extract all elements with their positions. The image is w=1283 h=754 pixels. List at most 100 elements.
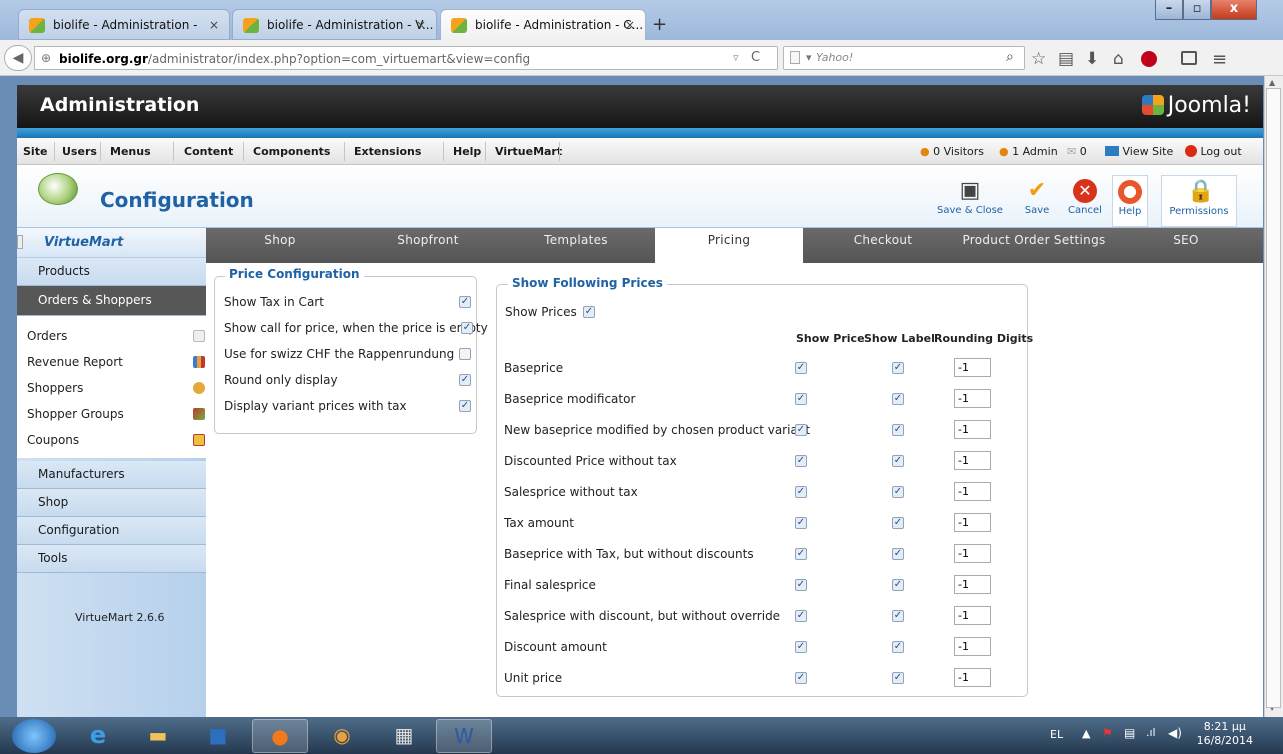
maximize-icon[interactable]: ▫ [1183,0,1211,20]
sidebar-item-products[interactable]: Products [17,258,206,286]
volume-icon[interactable]: ◀) [1168,726,1182,740]
help-button[interactable]: Help [1112,175,1148,227]
rounding-digits-input[interactable] [954,668,991,687]
sidebar-item-orders-shoppers[interactable]: Orders & Shoppers [17,286,206,316]
sidebar-item-shopper-groups[interactable]: Shopper Groups [27,407,124,421]
tab-seo[interactable]: SEO [1126,228,1246,263]
rounding-digits-input[interactable] [954,606,991,625]
show-label-checkbox[interactable]: ✓ [892,548,904,560]
rounding-digits-input[interactable] [954,637,991,656]
save-close-button[interactable]: ▣ Save & Close [935,175,1005,227]
show-price-checkbox[interactable]: ✓ [795,548,807,560]
show-price-checkbox[interactable]: ✓ [795,579,807,591]
search-engine-dropdown[interactable]: ▾ [806,51,812,64]
show-label-checkbox[interactable]: ✓ [892,610,904,622]
sidebar-item-shop[interactable]: Shop [17,489,206,517]
menu-content[interactable]: Content [184,145,233,158]
signal-icon[interactable]: .ıl [1146,726,1156,739]
new-tab-button[interactable]: + [652,14,667,35]
browser-tab-3-active[interactable]: biolife - Administration - C... × [440,9,646,40]
internet-explorer-icon[interactable]: e [70,719,126,753]
word-icon[interactable]: W [436,719,492,753]
show-price-checkbox[interactable]: ✓ [795,641,807,653]
rounding-digits-input[interactable] [954,389,991,408]
variant-prices-with-tax-checkbox[interactable]: ✓ [459,400,471,412]
adblock-icon[interactable] [1141,51,1157,67]
language-indicator[interactable]: EL [1050,728,1063,741]
show-price-checkbox[interactable]: ✓ [795,672,807,684]
menu-help[interactable]: Help [453,145,481,158]
collapse-arrow-icon[interactable] [17,235,23,249]
outlook-calendar-icon[interactable]: ◉ [314,719,370,753]
permissions-button[interactable]: 🔒 Permissions [1161,175,1237,227]
file-explorer-icon[interactable]: ▬ [130,719,186,753]
back-arrow-icon[interactable]: ◀ [4,45,32,71]
sidebar-item-manufacturers[interactable]: Manufacturers [17,461,206,489]
cancel-button[interactable]: ✕ Cancel [1063,175,1107,227]
show-label-checkbox[interactable]: ✓ [892,517,904,529]
sidebar-item-coupons[interactable]: Coupons [27,433,79,447]
view-site-link[interactable]: View Site [1105,145,1173,158]
tab-templates[interactable]: Templates [502,228,650,263]
system-clock[interactable]: 8:21 μμ 16/8/2014 [1197,720,1253,748]
round-only-display-checkbox[interactable]: ✓ [459,374,471,386]
show-label-checkbox[interactable]: ✓ [892,672,904,684]
rounding-digits-input[interactable] [954,513,991,532]
save-button[interactable]: ✔ Save [1017,175,1057,227]
show-price-checkbox[interactable]: ✓ [795,486,807,498]
dropdown-history-icon[interactable]: ▿ [733,51,739,64]
sidebar-item-tools[interactable]: Tools [17,545,206,573]
firefox-icon[interactable]: ● [252,719,308,753]
menu-components[interactable]: Components [253,145,330,158]
menu-site[interactable]: Site [23,145,47,158]
tab-checkout[interactable]: Checkout [803,228,963,263]
show-call-for-price-checkbox[interactable]: ✓ [461,322,473,334]
scroll-up-icon[interactable]: ▲ [1269,78,1275,87]
sidebar-item-revenue-report[interactable]: Revenue Report [27,355,123,369]
flag-icon[interactable]: ⚑ [1102,726,1113,740]
menu-icon[interactable]: ≡ [1212,49,1227,70]
search-box[interactable]: ▾ Yahoo! ⌕ [783,46,1025,70]
show-label-checkbox[interactable]: ✓ [892,393,904,405]
menu-users[interactable]: Users [62,145,97,158]
download-icon[interactable]: ⬇ [1085,49,1099,69]
minimize-icon[interactable]: – [1155,0,1183,20]
rappenrundung-checkbox[interactable] [459,348,471,360]
bookmark-star-icon[interactable]: ☆ [1031,49,1046,69]
browser-tab-1[interactable]: biolife - Administration - × [18,9,230,40]
reading-list-icon[interactable]: ▤ [1058,49,1074,69]
close-tab-icon[interactable]: × [209,18,219,32]
tab-shopfront[interactable]: Shopfront [354,228,502,263]
show-label-checkbox[interactable]: ✓ [892,424,904,436]
start-button-icon[interactable] [12,719,56,753]
rounding-digits-input[interactable] [954,451,991,470]
show-price-checkbox[interactable]: ✓ [795,517,807,529]
browser-tab-2[interactable]: biolife - Administration - V... × [232,9,437,40]
url-bar[interactable]: ⊕ biolife.org.gr/administrator/index.php… [34,46,778,70]
show-price-checkbox[interactable]: ✓ [795,362,807,374]
rounding-digits-input[interactable] [954,358,991,377]
show-label-checkbox[interactable]: ✓ [892,579,904,591]
outlook-icon[interactable]: ■ [190,719,246,753]
sidebar-item-shoppers[interactable]: Shoppers [27,381,83,395]
rounding-digits-input[interactable] [954,482,991,501]
calendar-icon[interactable]: ▦ [376,719,432,753]
scrollbar-thumb[interactable] [1266,88,1281,708]
logout-link[interactable]: Log out [1185,145,1242,158]
show-price-checkbox[interactable]: ✓ [795,424,807,436]
close-tab-icon[interactable]: × [416,18,426,32]
sidebar-item-configuration[interactable]: Configuration [17,517,206,545]
tab-pricing[interactable]: Pricing [655,228,803,263]
messages-status[interactable]: ✉ 0 [1067,145,1087,158]
rounding-digits-input[interactable] [954,544,991,563]
tab-shop[interactable]: Shop [206,228,354,263]
show-price-checkbox[interactable]: ✓ [795,455,807,467]
close-tab-icon[interactable]: × [625,18,635,32]
window-icon[interactable] [1181,51,1197,65]
show-label-checkbox[interactable]: ✓ [892,641,904,653]
menu-virtuemart[interactable]: VirtueMart [495,145,562,158]
menu-menus[interactable]: Menus [110,145,151,158]
home-icon[interactable]: ⌂ [1113,49,1124,69]
show-label-checkbox[interactable]: ✓ [892,455,904,467]
tray-arrow-icon[interactable]: ▲ [1082,727,1090,740]
